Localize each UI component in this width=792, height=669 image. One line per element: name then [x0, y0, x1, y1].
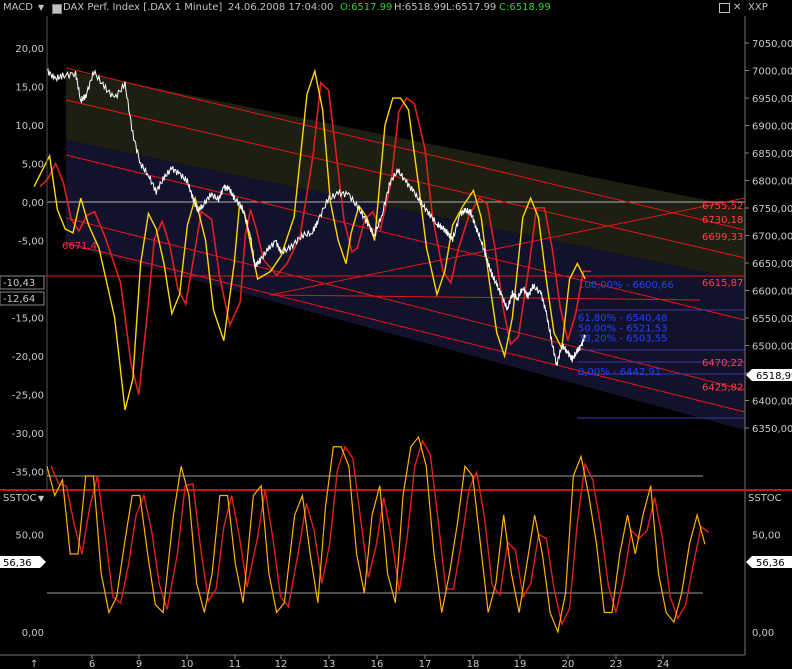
lower-right-value: 56,36: [756, 558, 785, 569]
left-tick-label: -20,00: [12, 352, 44, 363]
right-tick-label: 6350,00: [752, 424, 792, 435]
right-tick-label: 6650,00: [752, 259, 792, 270]
left-marker-1: -10,43: [3, 278, 35, 289]
lower-right-tick-label: 0,00: [752, 628, 774, 639]
reference-line-label: 6671,4: [62, 241, 97, 252]
right-tick-label: 6950,00: [752, 94, 792, 105]
lower-right-label: SSTOC: [748, 493, 782, 504]
left-tick-label: -35,00: [12, 468, 44, 479]
x-tick-label: 12: [275, 659, 288, 669]
lower-dropdown-arrow-icon[interactable]: ▼: [38, 494, 45, 503]
lower-left-value: 56,36: [3, 558, 32, 569]
channel-price-label: 6425,82: [702, 382, 743, 393]
right-tick-label: 6750,00: [752, 204, 792, 215]
fib-level-label: 0,00% - 6442,91: [578, 367, 661, 378]
x-tick-label: 11: [229, 659, 242, 669]
lower-left-label[interactable]: SSTOC: [3, 493, 37, 504]
lower-left-tick-label: 0,00: [22, 628, 44, 639]
right-tick-label: 7050,00: [752, 39, 792, 50]
channel-price-label: 6699,33: [702, 232, 743, 243]
price-marker: 6518,99: [746, 369, 792, 382]
lower-left-tick-label: 50,00: [15, 531, 44, 542]
fib-level-label: 50,00% - 6521,53: [578, 324, 667, 335]
left-tick-label: 20,00: [15, 44, 44, 55]
fib-level-label: 61,80% - 6540,48: [578, 313, 667, 324]
dax-macd-chart: 0,00% - 6442,91 38,20% - 6503,5550,00% - …: [0, 16, 792, 669]
right-tick-label: 6900,00: [752, 122, 792, 133]
x-tick-label: 17: [419, 659, 432, 669]
right-tick-label: 6400,00: [752, 397, 792, 408]
channel-price-label: 6615,87: [702, 278, 743, 289]
right-tick-label: 6550,00: [752, 314, 792, 325]
right-tick-label: 6850,00: [752, 149, 792, 160]
channel-price-label: 6470,22: [702, 358, 743, 369]
left-tick-label: 10,00: [15, 121, 44, 132]
left-tick-label: -5,00: [18, 237, 44, 248]
right-tick-label: 6500,00: [752, 342, 792, 353]
left-marker-2: -12,64: [3, 294, 35, 305]
fib-level-label: 100,00% - 6600,66: [578, 280, 674, 291]
left-tick-label: -15,00: [12, 314, 44, 325]
x-tick-label: 9: [136, 659, 142, 669]
right-tick-label: 6700,00: [752, 232, 792, 243]
x-tick-label: 13: [323, 659, 336, 669]
left-tick-label: 15,00: [15, 83, 44, 94]
x-tick-label: 24: [657, 659, 670, 669]
left-tick-label: -30,00: [12, 429, 44, 440]
panel-separator: [0, 489, 792, 491]
x-tick-label: 10: [181, 659, 194, 669]
channel-price-label: 6755,52: [702, 201, 743, 212]
fib-level-label: 38,20% - 6503,55: [578, 334, 667, 345]
x-tick-label: 20: [562, 659, 575, 669]
lower-right-tick-label: 50,00: [752, 531, 781, 542]
x-tick-label: 23: [610, 659, 623, 669]
price-marker-label: 6518,99: [756, 371, 792, 382]
x-tick-label: 16: [371, 659, 384, 669]
right-tick-label: 6800,00: [752, 177, 792, 188]
left-tick-label: 0,00: [22, 198, 44, 209]
time-axis-arrow-icon[interactable]: ↑: [30, 659, 38, 669]
left-tick-label: 5,00: [22, 160, 44, 171]
x-tick-label: 18: [467, 659, 480, 669]
x-tick-label: 6: [89, 659, 95, 669]
left-tick-label: -25,00: [12, 391, 44, 402]
right-tick-label: 6600,00: [752, 287, 792, 298]
time-axis-background: [0, 655, 792, 669]
channel-price-label: 6730,18: [702, 215, 743, 226]
x-tick-label: 19: [514, 659, 527, 669]
right-tick-label: 7000,00: [752, 67, 792, 78]
